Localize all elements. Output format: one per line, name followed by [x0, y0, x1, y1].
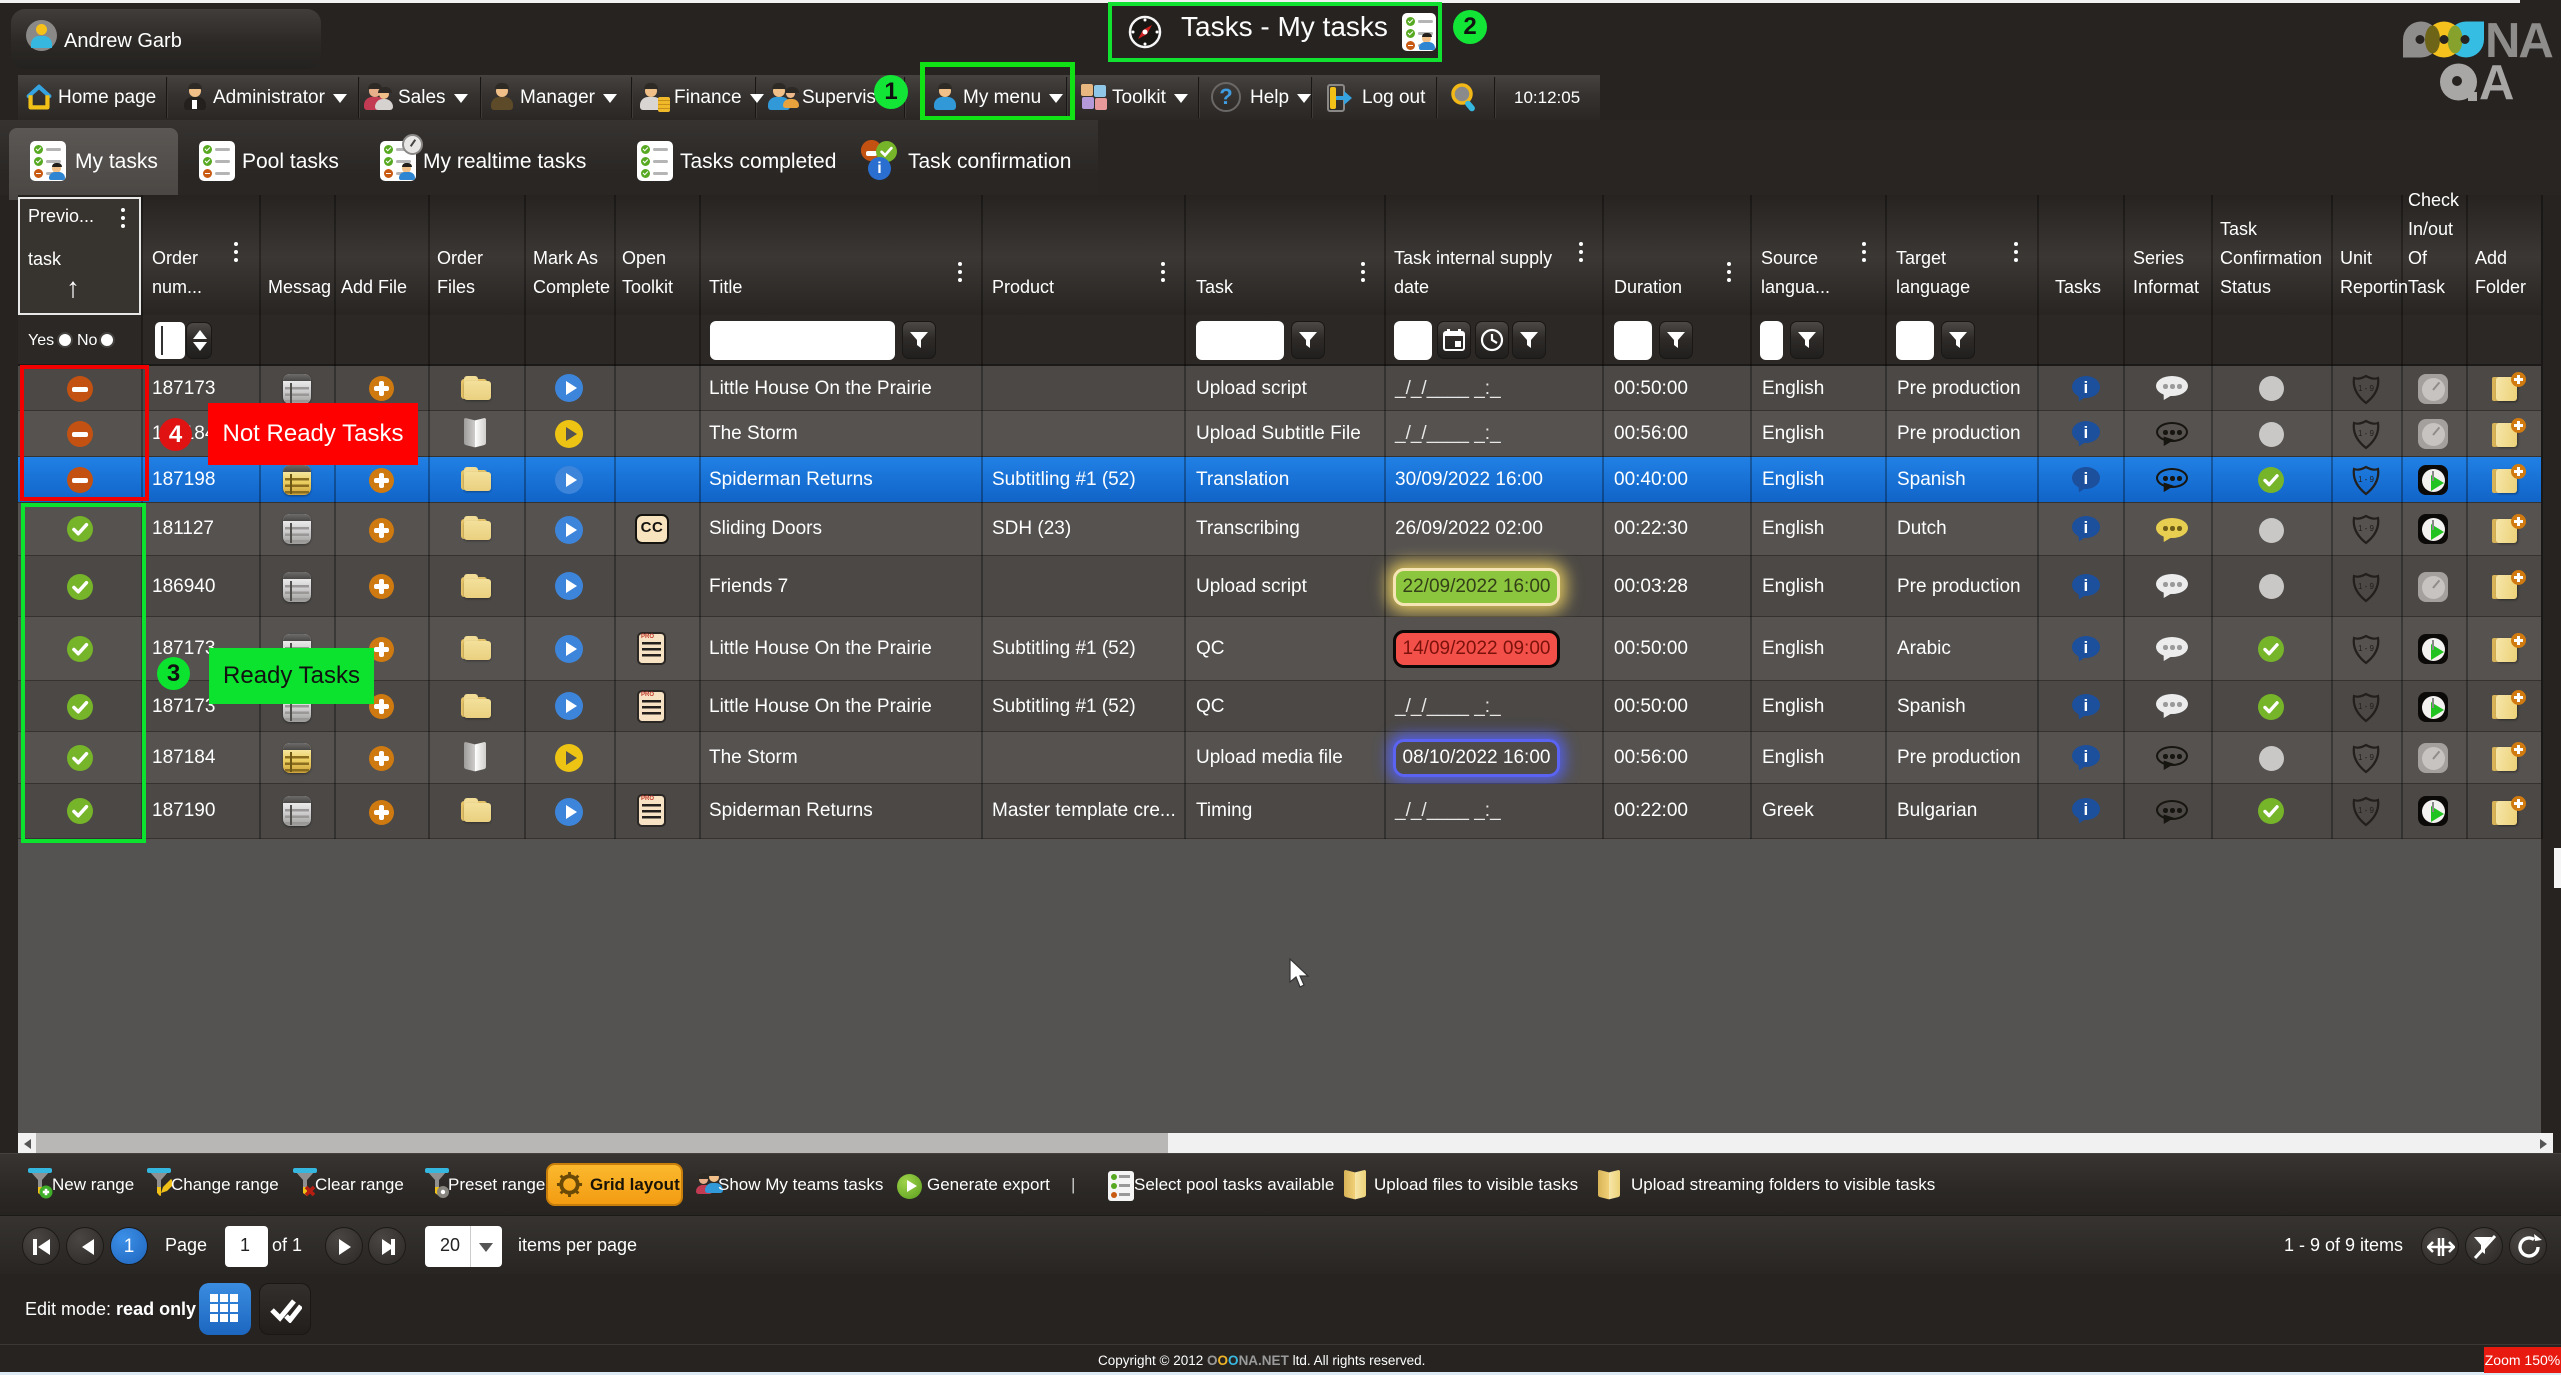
svg-text:A: A	[2479, 56, 2514, 108]
svg-text:1 - 9: 1 - 9	[2358, 475, 2375, 484]
svg-text:1 - 9: 1 - 9	[2358, 429, 2375, 438]
svg-text:1 - 9: 1 - 9	[2358, 753, 2375, 762]
svg-text:1 - 9: 1 - 9	[2358, 524, 2375, 533]
svg-text:1 - 9: 1 - 9	[2358, 582, 2375, 591]
svg-text:1 - 9: 1 - 9	[2358, 702, 2375, 711]
svg-text:1 - 9: 1 - 9	[2358, 806, 2375, 815]
svg-text:1 - 9: 1 - 9	[2358, 384, 2375, 393]
svg-text:1 - 9: 1 - 9	[2358, 644, 2375, 653]
